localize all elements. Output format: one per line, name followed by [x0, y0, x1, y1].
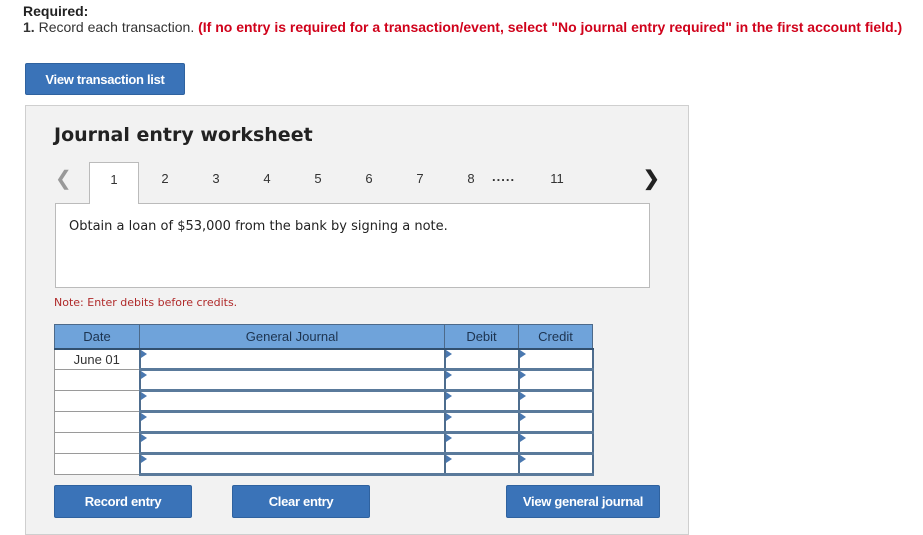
- debit-input[interactable]: [443, 453, 520, 476]
- instruction: 1. Record each transaction. (If no entry…: [23, 19, 902, 35]
- dropdown-marker-icon: [445, 371, 452, 379]
- dropdown-marker-icon: [519, 413, 526, 421]
- credit-input[interactable]: [517, 369, 594, 392]
- dropdown-marker-icon: [445, 413, 452, 421]
- column-header-general-journal: General Journal: [139, 324, 445, 350]
- instruction-number: 1.: [23, 19, 35, 35]
- dropdown-marker-icon: [519, 371, 526, 379]
- debit-input[interactable]: [443, 411, 520, 434]
- tab-2[interactable]: 2: [140, 162, 190, 204]
- column-header-debit: Debit: [444, 324, 519, 350]
- instruction-text: Record each transaction.: [34, 19, 199, 35]
- dropdown-marker-icon: [519, 392, 526, 400]
- tab-6[interactable]: 6: [344, 162, 394, 204]
- column-header-date: Date: [54, 324, 140, 350]
- dropdown-marker-icon: [445, 434, 452, 442]
- table-row: [54, 390, 594, 413]
- date-cell: [54, 432, 140, 454]
- view-general-journal-button[interactable]: View general journal: [506, 485, 660, 518]
- general-journal-table: Date General Journal Debit Credit June 0…: [54, 324, 594, 476]
- table-row: [54, 411, 594, 434]
- required-label: Required:: [23, 3, 89, 19]
- account-input[interactable]: [138, 348, 446, 371]
- date-cell: [54, 390, 140, 412]
- table-row: June 01: [54, 348, 594, 371]
- debit-input[interactable]: [443, 432, 520, 455]
- table-row: [54, 453, 594, 476]
- credit-input[interactable]: [517, 453, 594, 476]
- tab-11[interactable]: 11: [532, 162, 582, 204]
- column-header-credit: Credit: [518, 324, 593, 350]
- credit-input[interactable]: [517, 348, 594, 371]
- transaction-description-box: Obtain a loan of $53,000 from the bank b…: [55, 203, 650, 288]
- date-cell-value: June 01: [73, 352, 120, 367]
- dropdown-marker-icon: [445, 350, 452, 358]
- dropdown-marker-icon: [140, 371, 147, 379]
- tab-4[interactable]: 4: [242, 162, 292, 204]
- debit-credit-note: Note: Enter debits before credits.: [54, 296, 238, 309]
- debit-input[interactable]: [443, 348, 520, 371]
- date-cell: [54, 369, 140, 391]
- account-input[interactable]: [138, 411, 446, 434]
- dropdown-marker-icon: [140, 455, 147, 463]
- journal-entry-worksheet-panel: Journal entry worksheet ❮ 1 2 3 4 5 6 7 …: [25, 105, 689, 535]
- dropdown-marker-icon: [445, 392, 452, 400]
- dropdown-marker-icon: [140, 392, 147, 400]
- debit-input[interactable]: [443, 369, 520, 392]
- account-input[interactable]: [138, 390, 446, 413]
- dropdown-marker-icon: [519, 434, 526, 442]
- clear-entry-button[interactable]: Clear entry: [232, 485, 370, 518]
- chevron-right-icon[interactable]: ❯: [643, 166, 660, 191]
- view-transaction-list-button[interactable]: View transaction list: [25, 63, 185, 95]
- account-input[interactable]: [138, 453, 446, 476]
- tab-5[interactable]: 5: [293, 162, 343, 204]
- dropdown-marker-icon: [140, 350, 147, 358]
- table-row: [54, 369, 594, 392]
- account-input[interactable]: [138, 369, 446, 392]
- dropdown-marker-icon: [519, 455, 526, 463]
- table-header-row: Date General Journal Debit Credit: [54, 324, 593, 350]
- worksheet-title: Journal entry worksheet: [54, 124, 313, 146]
- table-row: [54, 432, 594, 455]
- record-entry-button[interactable]: Record entry: [54, 485, 192, 518]
- date-cell: [54, 411, 140, 433]
- dropdown-marker-icon: [140, 413, 147, 421]
- instruction-note: (If no entry is required for a transacti…: [198, 19, 903, 35]
- tab-ellipsis: .....: [492, 169, 516, 184]
- date-cell: [54, 453, 140, 475]
- date-cell: June 01: [54, 348, 140, 370]
- credit-input[interactable]: [517, 390, 594, 413]
- account-input[interactable]: [138, 432, 446, 455]
- tab-3[interactable]: 3: [191, 162, 241, 204]
- chevron-left-icon[interactable]: ❮: [55, 166, 72, 191]
- credit-input[interactable]: [517, 432, 594, 455]
- dropdown-marker-icon: [140, 434, 147, 442]
- credit-input[interactable]: [517, 411, 594, 434]
- dropdown-marker-icon: [445, 455, 452, 463]
- tab-7[interactable]: 7: [395, 162, 445, 204]
- transaction-description: Obtain a loan of $53,000 from the bank b…: [69, 219, 448, 234]
- dropdown-marker-icon: [519, 350, 526, 358]
- tab-8[interactable]: 8: [446, 162, 496, 204]
- tab-1[interactable]: 1: [89, 162, 139, 204]
- debit-input[interactable]: [443, 390, 520, 413]
